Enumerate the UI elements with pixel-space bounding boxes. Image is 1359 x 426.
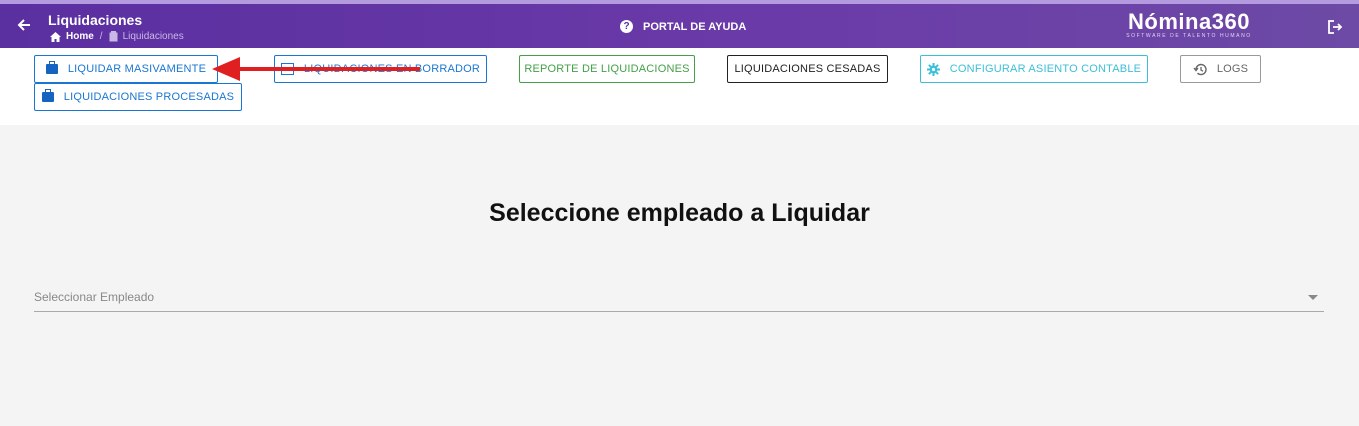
top-bar: Liquidaciones Home / Liquidaciones ? POR… <box>0 0 1359 48</box>
page-title: Liquidaciones <box>48 12 143 28</box>
liquidaciones-procesadas-label: LIQUIDACIONES PROCESADAS <box>63 91 235 103</box>
help-portal-label: PORTAL DE AYUDA <box>643 20 747 33</box>
action-toolbar: LIQUIDAR MASIVAMENTE LIQUIDACIONES EN BO… <box>0 48 1359 125</box>
question-icon: ? <box>620 20 633 33</box>
reporte-liquidaciones-button[interactable]: REPORTE DE LIQUIDACIONES <box>519 55 695 83</box>
home-icon <box>50 31 61 42</box>
liquidaciones-borrador-label: LIQUIDACIONES EN BORRADOR <box>303 63 481 75</box>
logout-icon[interactable] <box>1327 19 1343 35</box>
employee-select-placeholder: Seleccionar Empleado <box>34 290 155 304</box>
help-portal-link[interactable]: ? PORTAL DE AYUDA <box>620 20 746 33</box>
breadcrumb-separator: / <box>99 31 103 42</box>
clipboard-icon <box>109 31 118 42</box>
main-heading: Seleccione empleado a Liquidar <box>489 199 870 227</box>
breadcrumb: Home / Liquidaciones <box>50 31 184 42</box>
logo-name: Nómina360 <box>1128 9 1250 34</box>
breadcrumb-home-label: Home <box>66 31 94 42</box>
configurar-asiento-label: CONFIGURAR ASIENTO CONTABLE <box>949 63 1142 75</box>
logs-button[interactable]: LOGS <box>1180 55 1261 83</box>
logo-tagline: SOFTWARE DE TALENTO HUMANO <box>1126 33 1252 39</box>
liquidaciones-procesadas-button[interactable]: LIQUIDACIONES PROCESADAS <box>34 83 242 111</box>
liquidar-masivamente-button[interactable]: LIQUIDAR MASIVAMENTE <box>34 55 218 83</box>
chevron-down-icon <box>1308 295 1318 300</box>
logo: Nómina360 SOFTWARE DE TALENTO HUMANO <box>1114 9 1264 40</box>
briefcase-icon <box>45 61 58 74</box>
configurar-asiento-button[interactable]: CONFIGURAR ASIENTO CONTABLE <box>920 55 1148 83</box>
liquidaciones-cesadas-label: LIQUIDACIONES CESADAS <box>734 63 881 75</box>
liquidaciones-cesadas-button[interactable]: LIQUIDACIONES CESADAS <box>727 55 888 83</box>
gear-icon <box>926 62 940 76</box>
briefcase-icon <box>41 89 54 102</box>
history-icon <box>1193 63 1207 75</box>
breadcrumb-home[interactable]: Home <box>50 31 94 42</box>
liquidaciones-borrador-button[interactable]: LIQUIDACIONES EN BORRADOR <box>274 55 487 83</box>
breadcrumb-current: Liquidaciones <box>109 31 184 42</box>
back-arrow-icon[interactable] <box>16 16 32 34</box>
draft-icon <box>280 63 294 75</box>
logs-label: LOGS <box>1216 63 1249 75</box>
reporte-liquidaciones-label: REPORTE DE LIQUIDACIONES <box>524 63 690 75</box>
breadcrumb-current-label: Liquidaciones <box>122 31 184 42</box>
liquidar-masivamente-label: LIQUIDAR MASIVAMENTE <box>67 63 207 75</box>
employee-select[interactable]: Seleccionar Empleado <box>34 288 1324 312</box>
